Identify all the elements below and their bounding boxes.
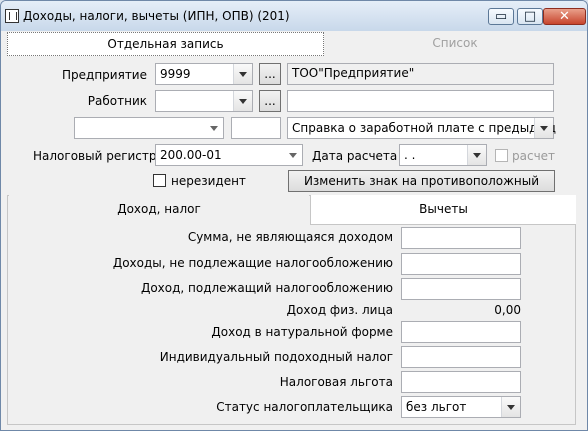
tax-register-label: Налоговый регистр — [33, 149, 157, 163]
row-income-tax-field[interactable] — [401, 346, 521, 368]
minimize-icon: ▭ — [494, 9, 508, 24]
minimize-button[interactable]: ▭ — [488, 8, 514, 25]
maximize-icon: □ — [523, 9, 537, 24]
employee-label: Работник — [87, 94, 147, 108]
enterprise-code-select[interactable]: 9999 — [155, 63, 253, 85]
calc-date-field[interactable]: . . — [399, 144, 487, 166]
dropdown-arrow-icon — [284, 145, 302, 165]
row-personal-income-value: 0,00 — [494, 303, 521, 317]
tax-register-value: 200.00-01 — [160, 148, 222, 162]
window-title: Доходы, налоги, вычеты (ИПН, ОПВ) (201) — [23, 9, 290, 23]
row-tax-benefit-label: Налоговая льгота — [279, 375, 393, 389]
document-icon — [5, 9, 19, 23]
dropdown-arrow-icon — [534, 118, 553, 138]
close-icon: ✕ — [559, 9, 570, 24]
tab-single-record[interactable]: Отдельная запись — [7, 32, 324, 56]
maximize-button[interactable]: □ — [517, 8, 543, 25]
taxpayer-status-select[interactable]: без льгот — [401, 396, 521, 418]
calc-date-value: . . — [404, 148, 416, 162]
enterprise-label: Предприятие — [62, 68, 147, 82]
row-in-kind-label: Доход в натуральной форме — [211, 325, 393, 339]
dropdown-arrow-icon — [233, 91, 252, 111]
enterprise-name-field: ТОО"Предприятие" — [287, 63, 554, 85]
report-type-select[interactable]: Справка о заработной плате с предыдущ — [287, 117, 556, 139]
dropdown-arrow-icon — [233, 64, 252, 84]
row-non-taxable-field[interactable] — [401, 253, 521, 275]
row-non-income-label: Сумма, не являющаяся доходом — [187, 230, 393, 244]
enterprise-browse-button[interactable]: ... — [259, 63, 281, 85]
report-type-value: Справка о заработной плате с предыдущ — [292, 121, 556, 135]
dropdown-arrow-icon — [501, 397, 520, 417]
employee-code-select[interactable] — [155, 90, 253, 112]
subtab-income-tax[interactable]: Доход, налог — [9, 195, 309, 225]
calc-checkbox-label: расчет — [512, 149, 556, 163]
employee-browse-button[interactable]: ... — [259, 90, 281, 112]
tax-register-select[interactable]: 200.00-01 — [155, 144, 303, 166]
dropdown-arrow-icon — [205, 118, 223, 138]
tab-strip: Отдельная запись Список — [7, 32, 582, 56]
tab-list[interactable]: Список — [328, 32, 582, 56]
row-tax-benefit-field[interactable] — [401, 371, 521, 393]
close-button[interactable]: ✕ — [543, 8, 586, 25]
row-taxpayer-status-label: Статус налогоплательщика — [216, 400, 393, 414]
nonresident-label: нерезидент — [171, 174, 246, 188]
row-non-income-field[interactable] — [401, 227, 521, 249]
window: Доходы, налоги, вычеты (ИПН, ОПВ) (201) … — [0, 0, 588, 431]
extra-select[interactable] — [74, 117, 224, 139]
invert-sign-button[interactable]: Изменить знак на противоположный — [288, 170, 555, 192]
row-taxable-label: Доход, подлежащий налогообложению — [140, 281, 393, 295]
row-non-taxable-label: Доходы, не подлежащие налогообложению — [112, 256, 393, 270]
row-taxable-field[interactable] — [401, 278, 521, 300]
row-in-kind-field[interactable] — [401, 321, 521, 343]
dropdown-arrow-icon — [467, 145, 486, 165]
enterprise-code-value: 9999 — [160, 67, 191, 81]
row-income-tax-label: Индивидуальный подоходный налог — [159, 350, 393, 364]
row-personal-income-label: Доход физ. лица — [286, 303, 393, 317]
nonresident-checkbox[interactable] — [153, 174, 166, 187]
calc-checkbox[interactable] — [495, 149, 508, 162]
taxpayer-status-value: без льгот — [406, 400, 467, 414]
calc-date-label: Дата расчета — [312, 149, 398, 163]
employee-name-field[interactable] — [287, 90, 554, 112]
extra-small-field[interactable] — [231, 117, 281, 139]
subtab-deductions[interactable]: Вычеты — [310, 195, 576, 225]
